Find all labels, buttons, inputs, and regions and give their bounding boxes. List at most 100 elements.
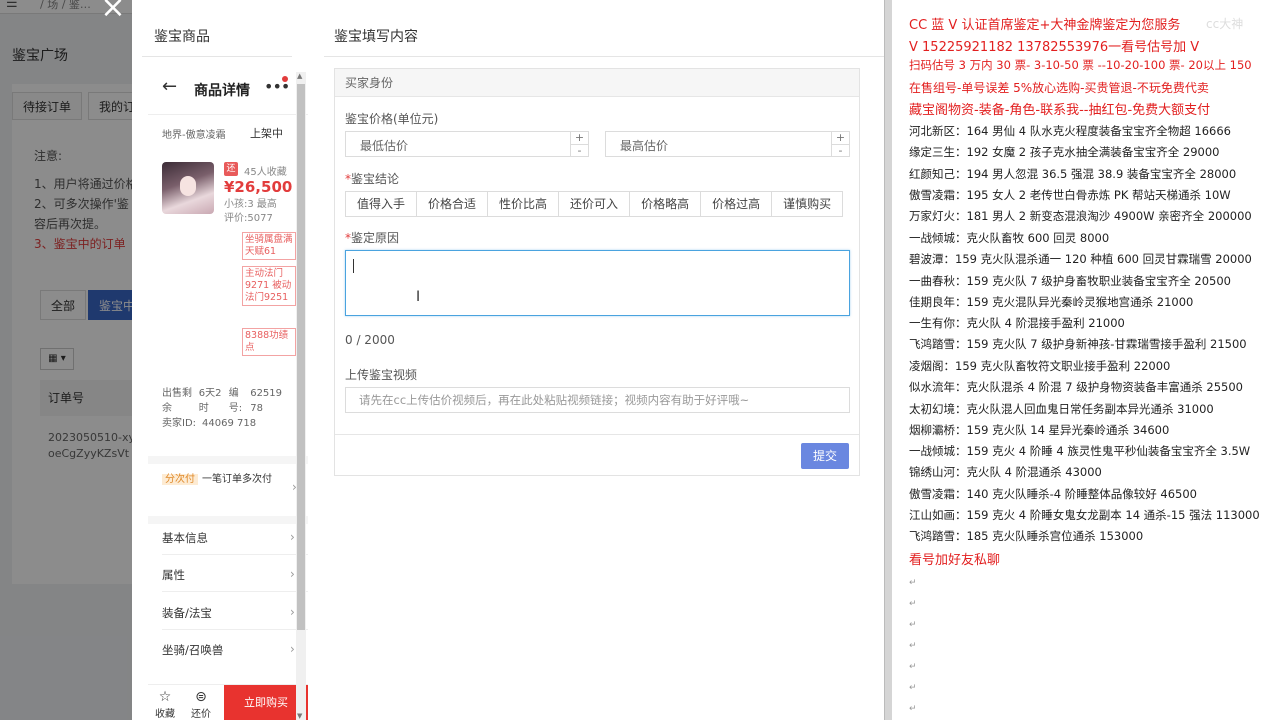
chevron-right-icon: › (290, 605, 295, 619)
paragraph-mark: ↵ (909, 578, 917, 588)
row-label: 属性 (162, 568, 185, 582)
conclusion-option[interactable]: 价格合适 (417, 192, 489, 216)
conclusion-option[interactable]: 值得入手 (346, 192, 418, 216)
divider (324, 56, 884, 57)
rating-info: 评价:5077 (224, 213, 273, 224)
conclusion-option[interactable]: 还价可入 (559, 192, 631, 216)
submit-button[interactable]: 提交 (801, 443, 849, 469)
product-detail-title: 商品详情 (194, 83, 250, 99)
installment-row[interactable]: 分次付 一笔订单多次付 (162, 472, 302, 488)
paragraph-mark: ↵ (909, 704, 917, 714)
doc-line: 似水流年：克火队混杀 4 阶混 7 级护身物资装备丰富通杀 25500 (909, 380, 1243, 394)
max-price-placeholder: 最高估价 (620, 139, 669, 153)
row-equipment[interactable]: 装备/法宝 › (162, 605, 302, 621)
reason-label: *鉴定原因 (345, 231, 400, 245)
watermark: cc大神 (1206, 17, 1244, 31)
conclusion-option[interactable]: 谨慎购买 (772, 192, 842, 216)
price-label: 鉴宝价格(单位元) (345, 112, 439, 126)
star-icon: ☆ (158, 689, 172, 705)
meta-key: 编号: (228, 388, 243, 414)
window-divider[interactable] (884, 0, 892, 720)
paragraph-mark: ↵ (909, 599, 917, 609)
server-name: 地界-傲意凌霜 (162, 130, 226, 141)
doc-line-red: V 15225921182 13782553976一看号估号加 V (909, 40, 1200, 55)
appraisal-form: 买家身份 鉴宝价格(单位元) 最低估价 + - 最高估价 + - *鉴宝结论 值得入… (334, 68, 860, 476)
doc-line: 傲雪凌霜：140 克火队睡杀-4 阶睡整体品像较好 46500 (909, 487, 1197, 501)
doc-line-red: 藏宝阁物资-装备-角色-联系我--抽红包-免费大额支付 (909, 103, 1211, 118)
back-arrow-icon[interactable]: ← (162, 76, 177, 97)
doc-line-red: CC 蓝 V 认证首席鉴定+大神金牌鉴定为您服务 (909, 18, 1181, 33)
scrollbar-thumb[interactable] (297, 84, 305, 630)
plus-icon[interactable]: + (571, 132, 588, 144)
preview-scrollbar[interactable]: ▲ ▼ (296, 72, 306, 720)
text-document: cc大神 CC 蓝 V 认证首席鉴定+大神金牌鉴定为您服务 V 15225921… (892, 0, 1280, 720)
doc-line: 红颜知己：194 男人忽混 36.5 强混 38.9 装备宝宝齐全 28000 (909, 167, 1237, 181)
paragraph-mark: ↵ (909, 683, 917, 693)
row-attributes[interactable]: 属性 › (162, 567, 302, 583)
doc-line: 凌烟阁：159 克火队畜牧符文职业接手盈利 22000 (909, 359, 1171, 373)
listing-status: 上架中 (250, 127, 283, 140)
installment-tag: 分次付 (162, 474, 198, 485)
conclusion-option[interactable]: 性价比高 (488, 192, 560, 216)
listing-meta: 出售剩余 6天2时 编号: 62519 78 卖家ID: 44069 718 (162, 386, 294, 431)
divider (162, 629, 308, 630)
bargain-button[interactable]: ⊜ 还价 (186, 689, 216, 720)
max-price-stepper[interactable]: + - (831, 132, 849, 156)
row-basic-info[interactable]: 基本信息 › (162, 530, 302, 546)
char-counter: 0 / 2000 (345, 333, 395, 347)
bottom-bar: ☆ 收藏 ⊜ 还价 立即购买 (148, 684, 308, 720)
video-link-input[interactable]: 请先在cc上传估价视频后，再在此处粘贴视频链接；视频内容有助于好评哦~ (345, 387, 850, 413)
minus-icon[interactable]: - (832, 144, 849, 156)
min-price-input[interactable]: 最低估价 + - (345, 131, 589, 157)
divider (142, 56, 292, 57)
minus-icon[interactable]: - (571, 144, 588, 156)
close-icon[interactable]: × (98, 0, 128, 24)
doc-line: 锦绣山河：克火队 4 阶混通杀 43000 (909, 465, 1102, 479)
max-price-input[interactable]: 最高估价 + - (605, 131, 850, 157)
conclusion-label: *鉴宝结论 (345, 172, 400, 186)
doc-line-red: 看号加好友私聊 (909, 553, 1001, 568)
doc-line-red: 在售组号-单号误差 5%放心选购-买贵管退-不玩免费代卖 (909, 81, 1209, 95)
doc-line: 飞鸿踏雪：185 克火队睡杀宫位通杀 153000 (909, 529, 1144, 543)
right-heading: 鉴宝填写内容 (334, 29, 418, 45)
paragraph-mark: ↵ (909, 641, 917, 651)
row-label: 坐骑/召唤兽 (162, 643, 224, 657)
doc-line: 傲雪凌霜：195 女人 2 老传世白骨赤炼 PK 帮站天梯通杀 10W (909, 188, 1231, 202)
meta-value: 6天2时 (198, 388, 222, 414)
bargain-tag: 还 (224, 162, 238, 176)
row-label: 基本信息 (162, 531, 208, 545)
appraisal-modal: 鉴宝商品 鉴宝填写内容 ← 商品详情 ••• 地界-傲意凌霜 上架中 还 45人… (132, 0, 884, 720)
conclusion-option[interactable]: 价格略高 (630, 192, 702, 216)
notification-dot (282, 76, 288, 82)
row-mounts[interactable]: 坐骑/召唤兽 › (162, 642, 302, 658)
meta-key: 出售剩余 (162, 388, 192, 414)
divider (162, 554, 308, 555)
divider (148, 516, 308, 524)
attribute-badge: 坐骑属盘满天赋61 (242, 232, 296, 260)
favorite-label: 收藏 (155, 709, 175, 720)
doc-line: 碧波潭：159 克火队混杀通一 120 种植 600 回灵甘霖瑞雪 20000 (909, 252, 1252, 266)
bargain-label: 还价 (191, 709, 211, 720)
mouse-cursor-icon: I (416, 289, 421, 305)
price: ¥26,500 (224, 178, 293, 196)
min-price-stepper[interactable]: + - (570, 132, 588, 156)
bargain-icon: ⊜ (195, 689, 207, 705)
video-label: 上传鉴宝视频 (345, 368, 418, 382)
doc-line: 河北新区：164 男仙 4 队水克火程度装备宝宝齐全物超 16666 (909, 124, 1231, 138)
chevron-right-icon: › (290, 530, 295, 544)
reason-textarea[interactable]: I (345, 250, 850, 316)
plus-icon[interactable]: + (832, 132, 849, 144)
attribute-badge: 主动法门9271 被动法门9251 (242, 266, 296, 306)
doc-line: 太初幻境：克火队混人回血鬼日常任务副本异光通杀 31000 (909, 402, 1214, 416)
conclusion-option[interactable]: 价格过高 (701, 192, 773, 216)
doc-line: 江山如画：159 克火 4 阶睡女鬼女龙副本 14 通杀-15 强法 11300… (909, 508, 1260, 522)
text-caret (353, 259, 354, 273)
paragraph-mark: ↵ (909, 620, 917, 630)
scroll-down-icon[interactable]: ▼ (297, 712, 302, 720)
installment-text: 一笔订单多次付 (202, 474, 272, 485)
meta-key: 卖家ID: (162, 418, 197, 429)
favorite-button[interactable]: ☆ 收藏 (150, 689, 180, 720)
divider (335, 434, 859, 435)
scroll-up-icon[interactable]: ▲ (297, 72, 302, 80)
divider (148, 114, 308, 115)
